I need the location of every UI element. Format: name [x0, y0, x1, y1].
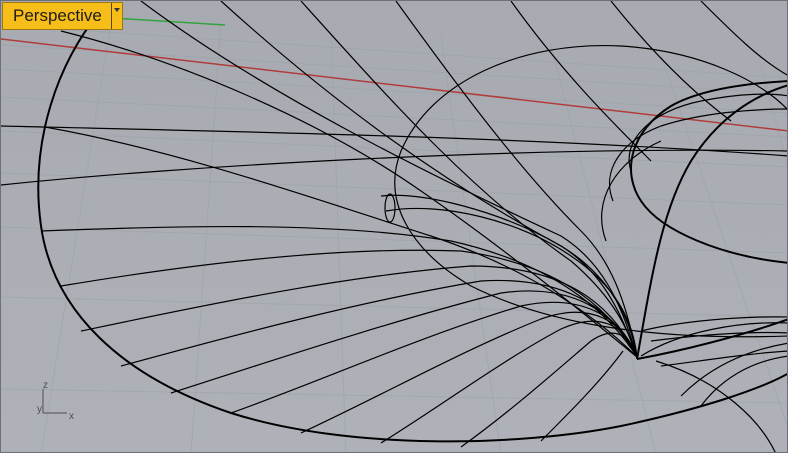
z-axis-label: z [43, 380, 48, 391]
y-axis-label: y [37, 404, 42, 415]
viewport-title-tab[interactable]: Perspective [2, 2, 123, 30]
viewport-menu-button[interactable] [110, 3, 122, 29]
construction-grid [1, 22, 787, 452]
viewport-title-label[interactable]: Perspective [3, 3, 111, 29]
chevron-down-icon [113, 8, 120, 12]
tube-surface [601, 80, 787, 452]
axis-widget [42, 389, 67, 414]
perspective-viewport[interactable]: Perspective z y x [0, 0, 788, 453]
surface-isocurves [1, 1, 787, 448]
x-axis-label: x [69, 411, 74, 422]
wireframe-scene[interactable] [1, 1, 788, 453]
